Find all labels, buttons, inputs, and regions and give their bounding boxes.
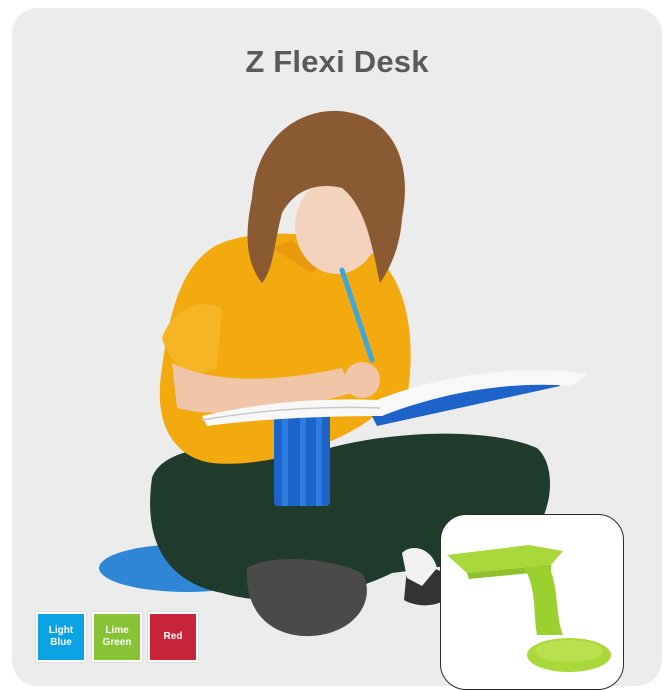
product-thumbnail[interactable]: [440, 514, 624, 690]
color-swatch-lime-green[interactable]: Lime Green: [92, 612, 142, 662]
color-swatch-row: Light Blue Lime Green Red: [36, 612, 198, 662]
page-title: Z Flexi Desk: [245, 44, 429, 79]
hand: [344, 362, 380, 398]
swatch-label: Light Blue: [48, 625, 74, 648]
flexi-desk-icon: [447, 545, 611, 672]
swatch-label: Red: [163, 631, 183, 642]
shoe: [246, 558, 367, 637]
color-swatch-red[interactable]: Red: [148, 612, 198, 662]
color-swatch-light-blue[interactable]: Light Blue: [36, 612, 86, 662]
swatch-label: Lime Green: [102, 625, 132, 648]
